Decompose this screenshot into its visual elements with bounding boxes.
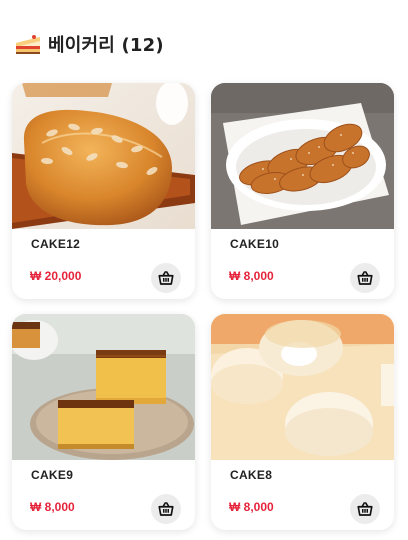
product-card[interactable]: CAKE9 ₩ 8,000: [12, 314, 195, 530]
category-title: 베이커리 (12): [48, 35, 164, 56]
add-to-cart-button[interactable]: [151, 263, 181, 293]
basket-icon: [357, 502, 373, 516]
add-to-cart-button[interactable]: [350, 494, 380, 524]
product-image[interactable]: [211, 83, 394, 229]
basket-icon: [357, 271, 373, 285]
product-image[interactable]: [12, 314, 195, 460]
category-header: 베이커리 (12): [14, 30, 164, 58]
product-name: CAKE9: [31, 468, 74, 482]
product-image[interactable]: [211, 314, 394, 460]
product-card[interactable]: CAKE8 ₩ 8,000: [211, 314, 394, 530]
product-name: CAKE8: [230, 468, 273, 482]
add-to-cart-button[interactable]: [350, 263, 380, 293]
product-price: ₩ 8,000: [229, 500, 274, 514]
product-price: ₩ 8,000: [30, 500, 75, 514]
product-price: ₩ 8,000: [229, 269, 274, 283]
product-name: CAKE10: [230, 237, 280, 251]
product-name: CAKE12: [31, 237, 81, 251]
basket-icon: [158, 271, 174, 285]
basket-icon: [158, 502, 174, 516]
add-to-cart-button[interactable]: [151, 494, 181, 524]
product-price: ₩ 20,000: [30, 269, 82, 283]
product-image[interactable]: [12, 83, 195, 229]
product-card[interactable]: CAKE12 ₩ 20,000: [12, 83, 195, 299]
cake-slice-icon: [14, 33, 42, 55]
product-card[interactable]: CAKE10 ₩ 8,000: [211, 83, 394, 299]
